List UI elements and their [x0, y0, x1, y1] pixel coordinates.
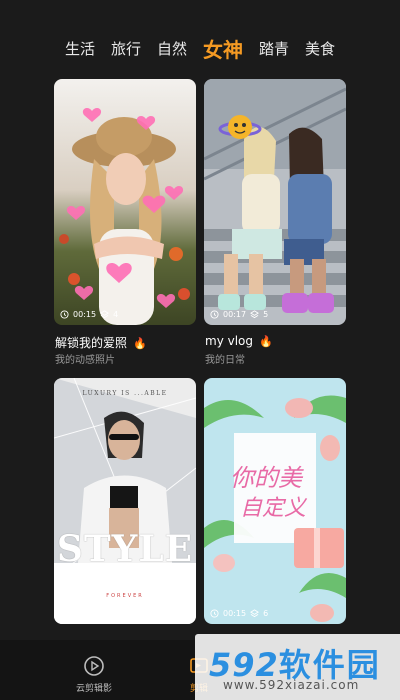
clips-count: 5	[263, 310, 269, 319]
tab-food[interactable]: 美食	[305, 38, 335, 59]
nav-cloud-edit[interactable]: 云剪辑影	[72, 654, 116, 694]
card-meta: 00:17 5	[210, 310, 268, 319]
overlay-top-text: LUXURY IS ...ABLE	[82, 390, 168, 397]
card-subtitle: 我的日常	[205, 355, 245, 366]
clock-icon	[210, 609, 219, 618]
clips-count: 6	[263, 609, 269, 618]
card-title: 解锁我的爱照	[55, 336, 128, 350]
card-meta: 00:15 6	[210, 609, 268, 618]
tab-nature[interactable]: 自然	[157, 38, 187, 59]
duration-label: 00:17	[223, 310, 247, 319]
thumbnail-image	[54, 79, 196, 325]
card-subtitle: 我的动感照片	[55, 355, 115, 366]
template-card-3[interactable]: LUXURY IS ...ABLE STYLE FOREVER	[54, 378, 196, 624]
tab-life[interactable]: 生活	[65, 38, 95, 59]
layers-icon	[250, 609, 260, 618]
tab-travel[interactable]: 旅行	[111, 38, 141, 59]
overlay-text-line2: 自定义	[240, 496, 307, 521]
template-card-1[interactable]: 00:15 4	[54, 79, 196, 325]
overlay-forever-text: FOREVER	[106, 593, 144, 599]
card-meta: 00:15 4	[60, 310, 118, 319]
site-watermark: 592软件园 www.592xiazai.com	[195, 634, 400, 700]
fire-icon: 🔥	[133, 337, 147, 350]
layers-icon	[100, 310, 110, 319]
overlay-text-line1: 你的美	[230, 464, 302, 492]
layers-icon	[250, 310, 260, 319]
clips-count: 4	[113, 310, 119, 319]
duration-label: 00:15	[223, 609, 247, 618]
clock-icon	[60, 310, 69, 319]
fire-icon: 🔥	[259, 335, 273, 348]
clock-icon	[210, 310, 219, 319]
card-2-title-row: my vlog 🔥	[205, 334, 273, 348]
tab-goddess[interactable]: 女神	[203, 34, 243, 63]
overlay-style-text: STYLE	[56, 528, 194, 570]
thumbnail-image	[204, 79, 346, 325]
card-1-title-row: 解锁我的爱照 🔥	[55, 334, 147, 351]
duration-label: 00:15	[73, 310, 97, 319]
tab-outing[interactable]: 踏青	[259, 38, 289, 59]
category-tabs: 生活 旅行 自然 女神 踏青 美食	[0, 28, 400, 68]
card-title: my vlog	[205, 334, 253, 348]
nav-label: 云剪辑影	[75, 684, 112, 694]
play-circle-icon	[84, 656, 104, 676]
thumbnail-image	[54, 378, 196, 624]
template-card-4[interactable]: 你的美 自定义 00:15 6	[204, 378, 346, 624]
template-card-2[interactable]: 00:17 5	[204, 79, 346, 325]
watermark-url: www.592xiazai.com	[223, 678, 360, 692]
